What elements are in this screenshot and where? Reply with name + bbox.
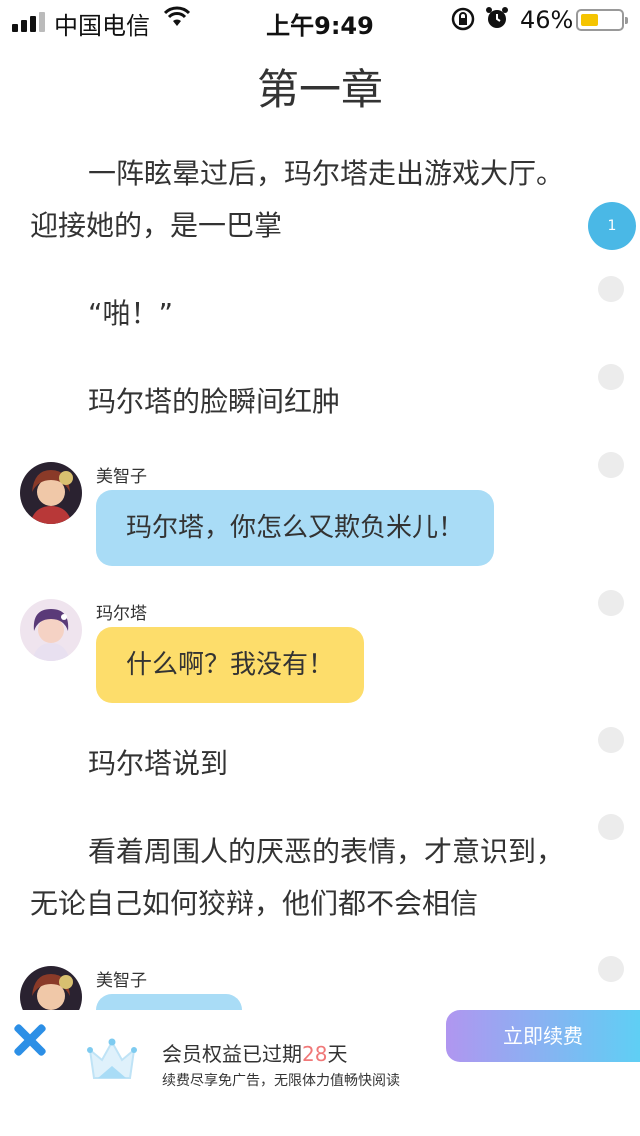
chat-bubble[interactable]: 什么啊？我没有！ [96,627,365,703]
alarm-icon [484,5,510,37]
story-paragraph[interactable]: 玛尔塔说到 [30,738,590,790]
paragraph-comment-dot[interactable] [598,452,624,478]
renew-promo-text: 续费尽享免广告，无限体力值畅快阅读 [162,1073,400,1089]
avatar-meizhizi[interactable] [20,462,82,524]
paragraph-comment-dot[interactable] [598,727,624,753]
paragraph-comment-dot[interactable] [598,276,624,302]
paragraph-comment-dot[interactable] [598,364,624,390]
story-paragraph[interactable]: 一阵眩晕过后，玛尔塔走出游戏大厅。迎接她的，是一巴掌 [30,148,590,252]
status-bar: 中国电信 上午9:49 46% [0,0,640,40]
story-paragraph[interactable]: “啪！” [30,288,590,340]
story-paragraph[interactable]: 看着周围人的厌恶的表情，才意识到，无论自己如何狡辩，他们都不会相信 [30,826,590,930]
chapter-title: 第一章 [256,65,383,114]
renew-button[interactable]: 立即续费 [446,1010,640,1062]
speaker-name: 美智子 [96,971,147,991]
battery-icon [576,9,628,31]
avatar-maerta[interactable] [20,599,82,661]
expired-notice: 会员权益已过期28天 [162,1042,348,1066]
paragraph-comment-dot[interactable] [598,590,624,616]
story-paragraph[interactable]: 玛尔塔的脸瞬间红肿 [30,376,590,428]
battery-percent: 46% [520,6,574,34]
crown-icon [86,1036,138,1084]
paragraph-comment-dot[interactable] [598,814,624,840]
close-icon[interactable] [12,1022,48,1058]
speaker-name: 玛尔塔 [96,604,147,624]
speaker-name: 美智子 [96,467,147,487]
paragraph-comment-dot[interactable] [598,956,624,982]
rotation-lock-icon [450,6,476,38]
membership-banner: 会员权益已过期28天 续费尽享免广告，无限体力值畅快阅读 立即续费 [0,1010,640,1136]
chat-bubble[interactable]: 玛尔塔，你怎么又欺负米儿！ [96,490,495,566]
avatar-meizhizi[interactable] [20,966,82,1012]
chat-message[interactable]: 美智子 [20,966,580,1012]
comment-count-badge[interactable]: 1 [588,202,636,250]
